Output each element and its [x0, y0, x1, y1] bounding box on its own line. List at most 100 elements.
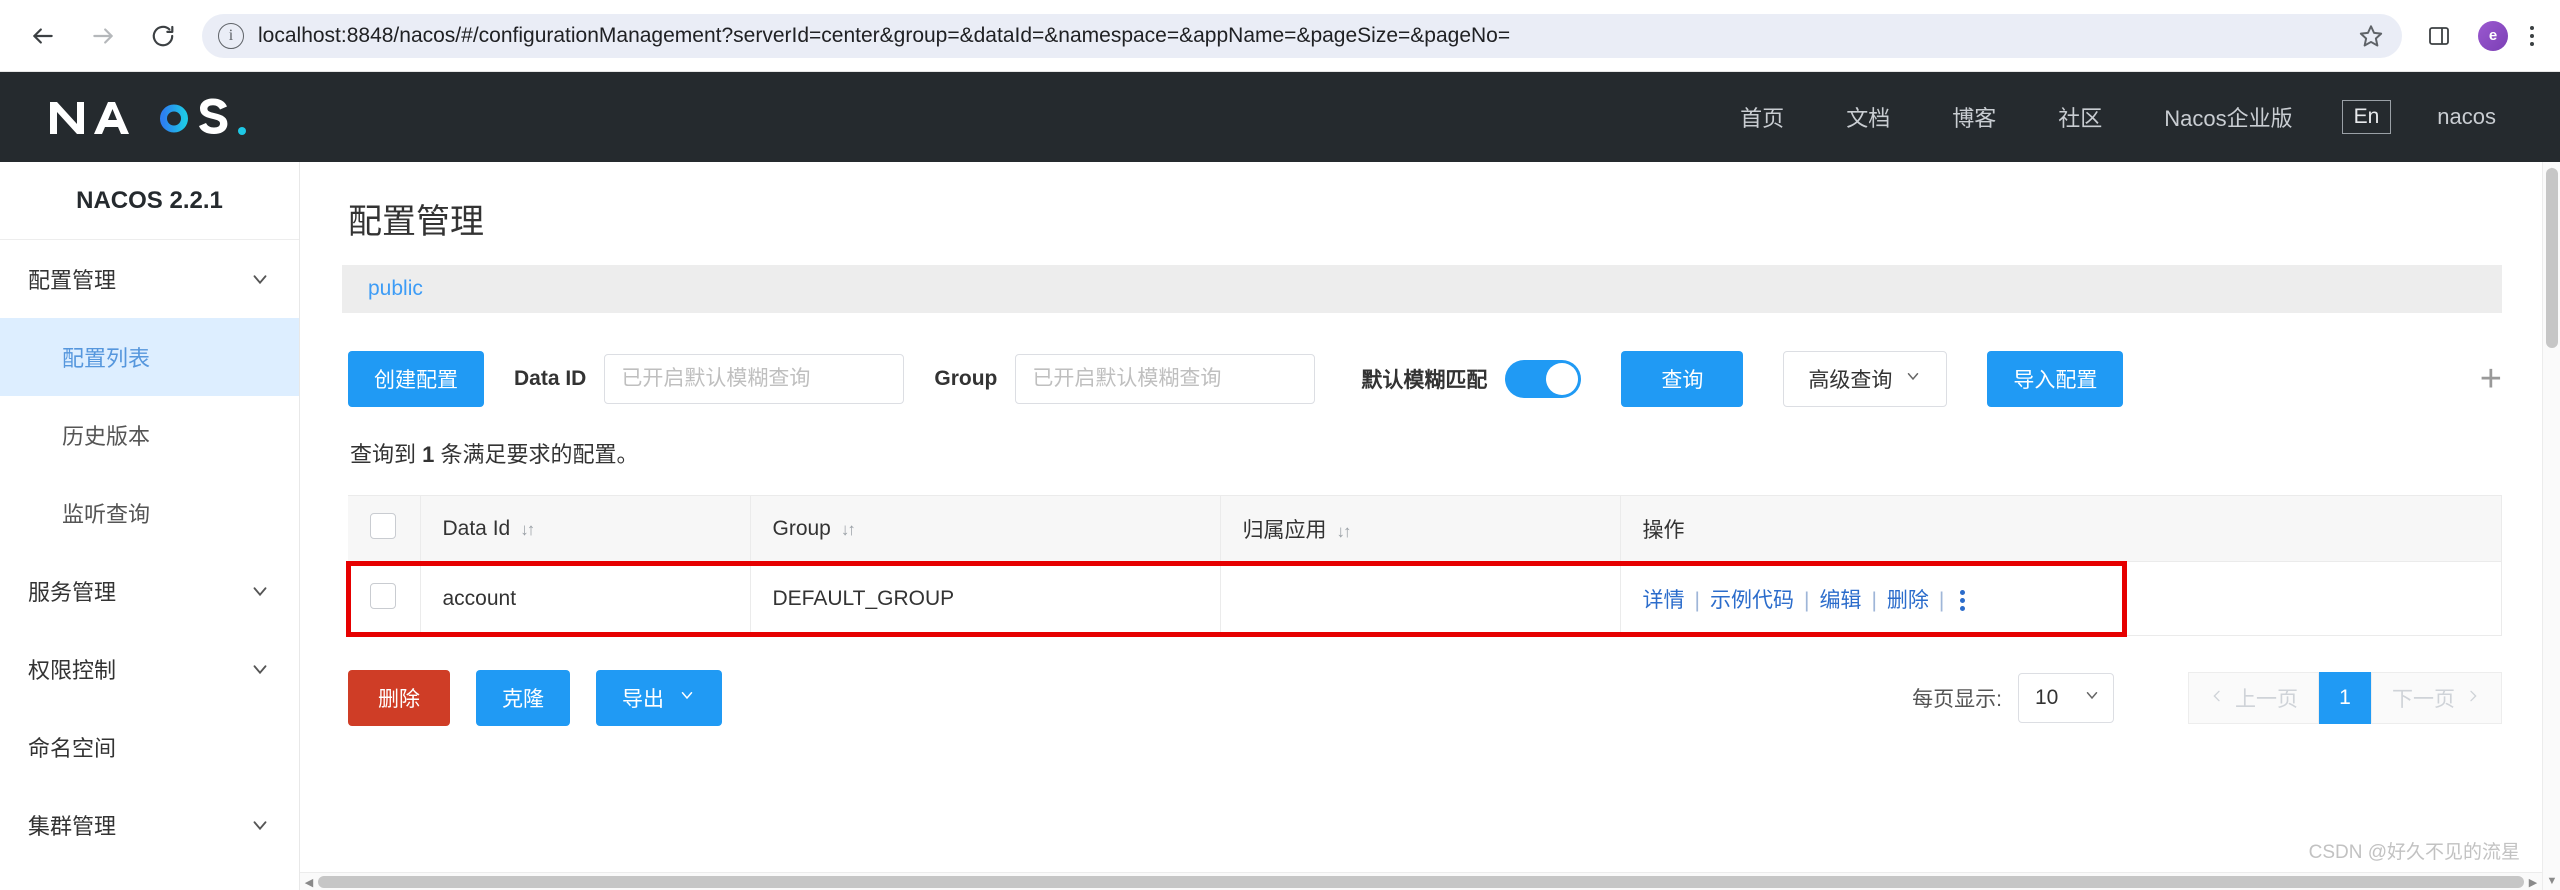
- chevron-left-icon: [2209, 686, 2225, 710]
- chevron-down-icon: [2083, 686, 2101, 710]
- header-data-id-label: Data Id: [442, 516, 511, 540]
- export-button[interactable]: 导出: [596, 670, 722, 726]
- nacos-logo[interactable]: [46, 94, 296, 140]
- vertical-scroll-thumb[interactable]: [2546, 168, 2558, 348]
- side-panel-icon[interactable]: [2422, 19, 2456, 53]
- more-actions-icon[interactable]: [1960, 590, 1966, 612]
- chevron-down-icon: [249, 268, 271, 290]
- clone-button[interactable]: 克隆: [476, 670, 570, 726]
- url-text: localhost:8848/nacos/#/configurationMana…: [258, 23, 1511, 47]
- cell-actions: 详情 | 示例代码 | 编辑 | 删除 |: [1620, 561, 2502, 636]
- advanced-query-label: 高级查询: [1808, 369, 1893, 392]
- result-count-text: 查询到 1 条满足要求的配置。: [342, 407, 2560, 469]
- header-app[interactable]: 归属应用 ↓↑: [1220, 495, 1621, 562]
- cell-app: [1220, 561, 1621, 636]
- vertical-scrollbar[interactable]: ▲ ▼: [2542, 162, 2560, 890]
- action-edit-link[interactable]: 编辑: [1819, 589, 1861, 612]
- header-select-all: [348, 495, 421, 562]
- create-config-button[interactable]: 创建配置: [348, 351, 484, 407]
- nacos-top-header: 首页 文档 博客 社区 Nacos企业版 En nacos: [0, 72, 2560, 162]
- language-switch-button[interactable]: En: [2341, 99, 2392, 135]
- nav-item-docs[interactable]: 文档: [1815, 101, 1921, 133]
- action-sample-code-link[interactable]: 示例代码: [1710, 589, 1794, 612]
- chevron-down-icon: [249, 658, 271, 680]
- header-app-label: 归属应用: [1242, 518, 1327, 542]
- nav-item-enterprise[interactable]: Nacos企业版: [2133, 101, 2323, 133]
- sidebar-item-cluster-management[interactable]: 集群管理: [0, 786, 299, 864]
- profile-avatar[interactable]: e: [2478, 20, 2508, 51]
- next-page-button[interactable]: 下一页: [2371, 672, 2502, 724]
- action-separator: |: [1871, 588, 1877, 612]
- sidebar: NACOS 2.2.1 配置管理 配置列表 历史版本 监听查询 服务管理 权限控…: [0, 162, 300, 890]
- advanced-query-button[interactable]: 高级查询: [1783, 351, 1948, 407]
- row-checkbox[interactable]: [370, 582, 396, 609]
- scroll-down-arrow-icon[interactable]: ▼: [2543, 872, 2560, 890]
- current-user-label[interactable]: nacos: [2409, 104, 2514, 130]
- config-table: Data Id ↓↑ Group ↓↑ 归属应用 ↓↑ 操作 account D…: [348, 495, 2502, 636]
- action-separator: |: [1803, 588, 1810, 612]
- chevron-right-icon: [2465, 686, 2481, 710]
- sidebar-label-service-management: 服务管理: [28, 580, 117, 605]
- cell-group: DEFAULT_GROUP: [750, 561, 1221, 636]
- sidebar-item-config-list[interactable]: 配置列表: [0, 318, 299, 396]
- site-info-icon[interactable]: i: [218, 22, 244, 49]
- nav-item-community[interactable]: 社区: [2027, 101, 2133, 133]
- chevron-down-icon: [249, 814, 271, 836]
- row-action-links: 详情 | 示例代码 | 编辑 | 删除 |: [1643, 589, 1966, 612]
- header-operations-label: 操作: [1642, 518, 1685, 542]
- sidebar-item-permission-control[interactable]: 权限控制: [0, 630, 299, 708]
- add-icon[interactable]: +: [2480, 360, 2502, 398]
- address-bar[interactable]: i localhost:8848/nacos/#/configurationMa…: [202, 13, 2402, 58]
- select-all-checkbox[interactable]: [370, 512, 396, 539]
- sort-icon[interactable]: ↓↑: [520, 520, 535, 539]
- sidebar-label-cluster-management: 集群管理: [28, 814, 117, 839]
- row-select-cell: [348, 561, 421, 636]
- sort-icon[interactable]: ↓↑: [1337, 522, 1352, 541]
- action-separator: |: [1938, 588, 1945, 612]
- reload-icon[interactable]: [146, 19, 180, 53]
- page-size-select[interactable]: 10: [2018, 673, 2114, 723]
- pager-buttons: 上一页 1 下一页: [2188, 672, 2502, 724]
- sort-icon[interactable]: ↓↑: [841, 520, 856, 539]
- sidebar-item-service-management[interactable]: 服务管理: [0, 552, 299, 630]
- bookmark-star[interactable]: [2346, 23, 2384, 49]
- nav-item-home[interactable]: 首页: [1709, 101, 1815, 133]
- namespace-breadcrumb: public: [342, 265, 2502, 313]
- fuzzy-match-toggle[interactable]: [1505, 360, 1582, 398]
- page-number-1[interactable]: 1: [2319, 672, 2371, 724]
- pagination: 每页显示: 10 上一页 1 下一页: [1912, 672, 2502, 724]
- table-footer-actions: 删除 克隆 导出 每页显示: 10 上一页 1 下一页: [348, 670, 2502, 726]
- toggle-knob: [1546, 363, 1579, 395]
- sidebar-item-listening-query[interactable]: 监听查询: [0, 474, 299, 552]
- action-delete-link[interactable]: 删除: [1887, 589, 1929, 612]
- header-data-id[interactable]: Data Id ↓↑: [420, 495, 751, 562]
- action-detail-link[interactable]: 详情: [1643, 589, 1685, 612]
- horizontal-scroll-thumb[interactable]: [318, 876, 2524, 888]
- scroll-left-arrow-icon[interactable]: ◀: [300, 873, 318, 890]
- horizontal-scrollbar[interactable]: ◀ ▶: [300, 872, 2542, 890]
- chrome-menu-icon[interactable]: [2530, 25, 2534, 46]
- top-navigation: 首页 文档 博客 社区 Nacos企业版 En nacos: [1709, 99, 2514, 135]
- next-page-label: 下一页: [2392, 688, 2455, 711]
- browser-toolbar: i localhost:8848/nacos/#/configurationMa…: [0, 0, 2560, 72]
- result-prefix: 查询到: [350, 442, 423, 467]
- prev-page-button[interactable]: 上一页: [2188, 672, 2319, 724]
- sidebar-label-permission-control: 权限控制: [28, 658, 117, 683]
- back-icon[interactable]: [26, 19, 60, 53]
- namespace-public-link[interactable]: public: [368, 277, 423, 301]
- main-content: 配置管理 public 创建配置 Data ID Group 默认模糊匹配 查询…: [300, 162, 2560, 890]
- table-header-row: Data Id ↓↑ Group ↓↑ 归属应用 ↓↑ 操作: [348, 495, 2502, 562]
- batch-delete-button[interactable]: 删除: [348, 670, 450, 726]
- nav-item-blog[interactable]: 博客: [1921, 101, 2027, 133]
- group-input[interactable]: [1015, 354, 1316, 404]
- query-button[interactable]: 查询: [1621, 351, 1744, 407]
- dataid-input[interactable]: [604, 354, 905, 404]
- import-config-button[interactable]: 导入配置: [1987, 351, 2124, 407]
- header-group[interactable]: Group ↓↑: [750, 495, 1221, 562]
- sidebar-item-config-management[interactable]: 配置管理: [0, 240, 299, 318]
- sidebar-item-history-versions[interactable]: 历史版本: [0, 396, 299, 474]
- forward-icon[interactable]: [86, 19, 120, 53]
- sidebar-item-namespace[interactable]: 命名空间: [0, 708, 299, 786]
- scroll-right-arrow-icon[interactable]: ▶: [2524, 873, 2542, 890]
- sidebar-label-config-management: 配置管理: [28, 268, 117, 293]
